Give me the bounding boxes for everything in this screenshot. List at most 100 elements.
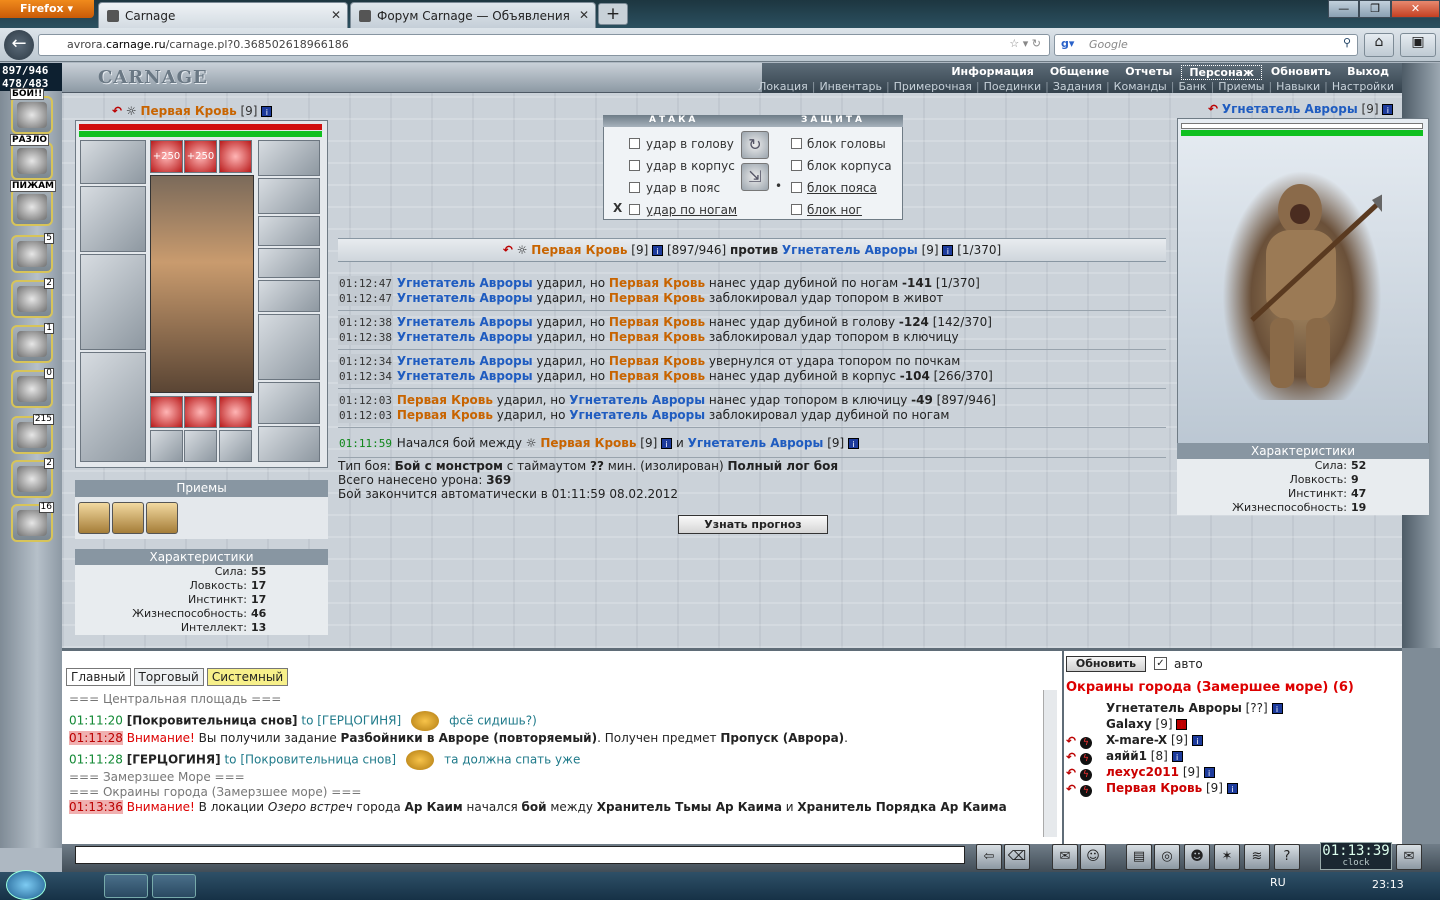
firefox-menu-button[interactable]: Firefox ▾ — [0, 0, 94, 18]
helmet-slot[interactable] — [80, 140, 146, 184]
submenu-item[interactable]: Банк — [1174, 80, 1210, 93]
close-icon[interactable]: ✕ — [331, 8, 341, 22]
info-icon[interactable]: i — [1382, 104, 1394, 115]
submenu-item[interactable]: Команды — [1110, 80, 1171, 93]
menu-item[interactable]: Общение — [1043, 65, 1116, 80]
left-action-button[interactable]: 1 — [11, 323, 54, 363]
attack-option[interactable]: удар в пояс — [646, 181, 720, 195]
defense-option[interactable]: блок головы — [807, 137, 886, 151]
start-button[interactable] — [6, 870, 46, 900]
left-action-button[interactable]: 5 — [11, 233, 54, 273]
send-icon[interactable]: ⇦ — [976, 844, 1002, 870]
submenu-item[interactable]: Приемы — [1214, 80, 1268, 93]
vs-player2-name[interactable]: Угнетатель Авроры — [782, 243, 918, 257]
heart-slot[interactable] — [219, 140, 252, 173]
log-attacker[interactable]: Угнетатель Авроры — [397, 315, 533, 329]
bracers-slot[interactable] — [258, 216, 320, 246]
log-defender[interactable]: Угнетатель Авроры — [569, 408, 705, 422]
smiley-icon[interactable]: ☺ — [1080, 844, 1106, 870]
user-entry[interactable]: Угнетатель Авроры [??] i — [1106, 700, 1283, 716]
player1-name[interactable]: Первая Кровь — [140, 104, 236, 118]
log-defender[interactable]: Угнетатель Авроры — [688, 436, 824, 450]
home-button[interactable]: ⌂ — [1364, 33, 1394, 57]
submenu-item[interactable]: Задания — [1049, 80, 1106, 93]
log-defender[interactable]: Первая Кровь — [609, 315, 705, 329]
log-attacker[interactable]: Угнетатель Авроры — [397, 276, 533, 290]
user-entry[interactable]: аяйй1 [8] i — [1106, 748, 1183, 764]
left-action-button[interactable]: 2 — [11, 278, 54, 318]
log-defender[interactable]: Первая Кровь — [609, 330, 705, 344]
info-icon[interactable]: i — [261, 106, 273, 117]
technique-icon[interactable] — [146, 502, 178, 534]
legs-armor-slot[interactable] — [80, 352, 146, 462]
save-icon[interactable] — [60, 874, 104, 898]
user-name[interactable]: Первая Кровь — [1106, 781, 1202, 795]
potion-slot[interactable] — [184, 430, 217, 462]
full-log-link[interactable]: Полный лог боя — [727, 459, 838, 473]
potion-slot[interactable] — [219, 430, 252, 462]
mail-icon[interactable]: ✉ — [1052, 844, 1078, 870]
maximize-button[interactable]: ❐ — [1359, 0, 1391, 18]
user-name[interactable]: X-mare-X — [1106, 733, 1167, 747]
info-icon[interactable]: i — [942, 245, 954, 256]
attack-checkbox[interactable] — [629, 182, 640, 193]
chest-icon[interactable]: ▤ — [1126, 844, 1152, 870]
forecast-button[interactable]: Узнать прогноз — [678, 515, 828, 534]
info-icon[interactable]: i — [1203, 767, 1215, 778]
submenu-item[interactable]: Инвентарь — [815, 80, 885, 93]
scroll-icon[interactable]: ≋ — [1244, 844, 1270, 870]
bookmark-star-icon[interactable]: ☆ ▾ ↻ — [1009, 37, 1041, 50]
log-attacker[interactable]: Угнетатель Авроры — [397, 330, 533, 344]
star-icon[interactable]: ✶ — [1214, 844, 1240, 870]
search-input[interactable]: Google g▾ ⚲ — [1054, 34, 1358, 56]
technique-icon[interactable] — [112, 502, 144, 534]
menu-item[interactable]: Выход — [1340, 65, 1396, 80]
attack-option[interactable]: удар в корпус — [646, 159, 735, 173]
left-action-button[interactable]: БОЙ!! — [10, 88, 53, 134]
tab-forum[interactable]: Форум Carnage — Объявления ✕ — [350, 2, 596, 28]
left-action-button[interactable]: 0 — [11, 368, 54, 408]
user-entry[interactable]: X-mare-X [9] i — [1106, 732, 1203, 748]
left-action-button[interactable]: 215 — [11, 414, 54, 454]
boots-slot[interactable] — [258, 426, 320, 462]
log-attacker[interactable]: Первая Кровь — [397, 408, 493, 422]
extension-button[interactable]: ▣ — [1400, 33, 1436, 57]
left-action-button[interactable]: РАЗЛО — [10, 134, 53, 180]
coins-icon[interactable]: ◎ — [1154, 844, 1180, 870]
user-entry[interactable]: Galaxy [9] i — [1106, 716, 1188, 732]
left-action-button[interactable]: 16 — [11, 502, 54, 542]
info-icon[interactable]: i — [1171, 751, 1183, 762]
vs-player1-name[interactable]: Первая Кровь — [531, 243, 627, 257]
language-indicator[interactable]: RU — [1270, 876, 1286, 889]
defense-checkbox[interactable] — [791, 182, 802, 193]
info-icon[interactable]: i — [652, 245, 664, 256]
earrings-slot[interactable] — [258, 140, 320, 176]
chat-recipient[interactable]: to [Покровительница снов] — [221, 753, 396, 767]
info-icon[interactable]: i — [1176, 719, 1188, 730]
user-name[interactable]: лехус2011 — [1106, 765, 1179, 779]
chat-scrollbar[interactable] — [1043, 690, 1057, 837]
tab-trade-chat[interactable]: Торговый — [133, 668, 204, 686]
left-action-button[interactable]: ПИЖАМ — [10, 180, 57, 226]
rings-slot[interactable] — [258, 280, 320, 312]
close-icon[interactable]: ✕ — [579, 8, 589, 22]
attack-checkbox[interactable] — [629, 138, 640, 149]
amulet-slot[interactable]: +250 — [150, 140, 183, 173]
user-name[interactable]: аяйй1 — [1106, 749, 1147, 763]
player2-name[interactable]: Угнетатель Авроры — [1222, 102, 1358, 116]
menu-item[interactable]: Обновить — [1264, 65, 1338, 80]
info-icon[interactable]: i — [1191, 735, 1203, 746]
submenu-item[interactable]: Настройки — [1328, 80, 1398, 93]
auto-refresh-checkbox[interactable]: ✓ — [1154, 657, 1167, 670]
log-attacker[interactable]: Угнетатель Авроры — [397, 369, 533, 383]
left-action-button[interactable]: 2 — [11, 458, 54, 498]
tab-system-chat[interactable]: Системный — [206, 668, 289, 686]
new-tab-button[interactable]: + — [598, 3, 628, 25]
submenu-item[interactable]: Навыки — [1272, 80, 1324, 93]
chat-sender[interactable]: [Покровительница снов] — [127, 714, 298, 728]
shield-slot[interactable] — [258, 314, 320, 380]
attack-option[interactable]: удар в голову — [646, 137, 734, 151]
necklace-slot[interactable] — [258, 178, 320, 214]
menu-item[interactable]: Отчеты — [1118, 65, 1179, 80]
attack-checkbox[interactable] — [629, 160, 640, 171]
